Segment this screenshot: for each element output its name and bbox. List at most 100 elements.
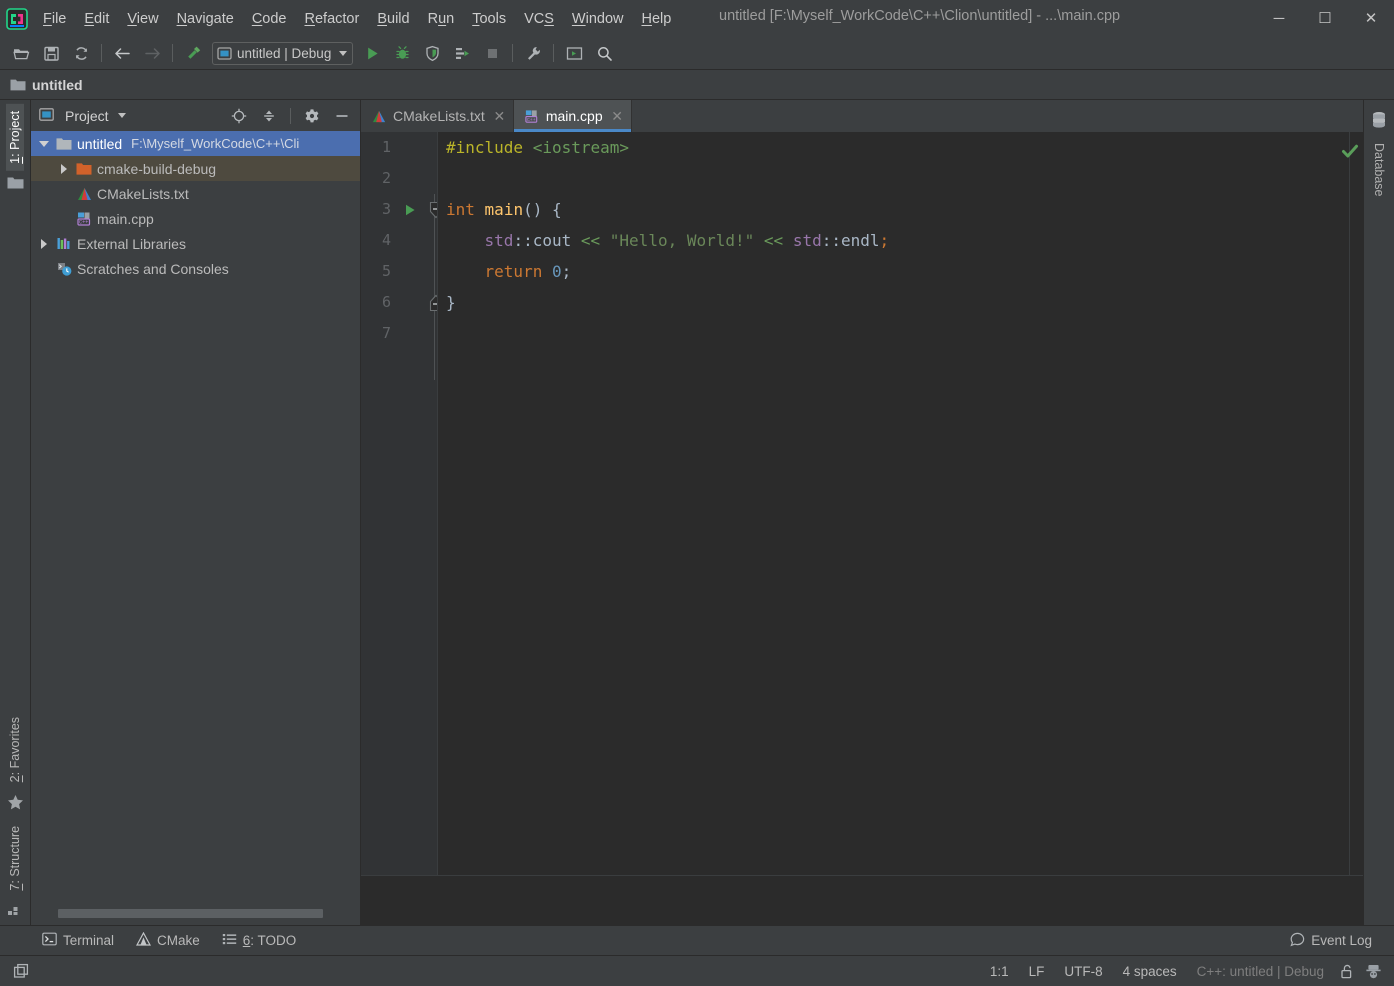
unlocked-icon[interactable] xyxy=(1334,960,1360,982)
open-folder-icon[interactable] xyxy=(6,40,36,66)
rail-tab-favorites[interactable]: 2: Favorites xyxy=(6,710,24,789)
line-separator[interactable]: LF xyxy=(1019,961,1055,982)
menu-navigate[interactable]: Navigate xyxy=(168,7,243,31)
active-configuration[interactable]: C++: untitled | Debug xyxy=(1187,961,1334,982)
search-everywhere-icon[interactable] xyxy=(589,40,619,66)
gear-icon[interactable] xyxy=(300,105,324,127)
debug-icon[interactable] xyxy=(387,40,417,66)
toggle-tool-windows-icon[interactable] xyxy=(8,960,34,982)
select-opened-file-icon[interactable] xyxy=(227,105,251,127)
menu-run[interactable]: Run xyxy=(419,7,464,31)
code-line-1[interactable]: #include <iostream> xyxy=(438,132,1349,163)
code-editor[interactable]: #include <iostream> int main() { std::co… xyxy=(437,132,1349,875)
rail-tab-database[interactable]: Database xyxy=(1370,137,1388,203)
twisty-collapsed-icon[interactable] xyxy=(35,238,53,249)
close-button[interactable]: ✕ xyxy=(1348,0,1394,37)
rail-tab-structure[interactable]: 7: Structure xyxy=(6,819,24,898)
database-icon[interactable] xyxy=(1364,106,1394,137)
menu-help[interactable]: Help xyxy=(632,7,680,31)
cpp-file-icon: C++ xyxy=(73,211,95,227)
tree-row-scratches[interactable]: Scratches and Consoles xyxy=(31,256,360,281)
code-line-7[interactable] xyxy=(438,318,1349,349)
scrollbar-thumb[interactable] xyxy=(58,909,323,918)
menu-build[interactable]: Build xyxy=(368,7,418,31)
svg-text:C++: C++ xyxy=(79,219,88,225)
code-line-4[interactable]: std::cout << "Hello, World!" << std::end… xyxy=(438,225,1349,256)
tool-button-terminal[interactable]: Terminal xyxy=(31,929,125,952)
gutter-run-marker-icon[interactable] xyxy=(397,194,423,225)
editor-inspection-strip[interactable] xyxy=(1342,132,1363,875)
tree-row-untitled[interactable]: untitled F:\Myself_WorkCode\C++\Cli xyxy=(31,131,360,156)
build-hammer-icon[interactable] xyxy=(178,40,208,66)
project-folder-rail-icon[interactable] xyxy=(0,171,31,198)
project-horizontal-scrollbar[interactable] xyxy=(31,903,360,925)
chevron-down-icon[interactable] xyxy=(117,113,126,118)
tree-row-cmake-build-debug[interactable]: cmake-build-debug xyxy=(31,156,360,181)
tool-button-todo[interactable]: 6: TODO xyxy=(211,929,308,952)
caret-position[interactable]: 1:1 xyxy=(980,961,1019,982)
minimize-button[interactable]: ─ xyxy=(1256,0,1302,37)
hide-icon[interactable] xyxy=(330,105,354,127)
menu-window[interactable]: Window xyxy=(563,7,633,31)
inspection-ok-icon[interactable] xyxy=(1340,141,1360,164)
left-tool-rail: 1: Project 2: Favorites 7: Structure xyxy=(0,100,31,925)
sync-refresh-icon[interactable] xyxy=(66,40,96,66)
menu-vcs[interactable]: VCS xyxy=(515,7,563,31)
code-line-3[interactable]: int main() { xyxy=(438,194,1349,225)
run-configuration-selector[interactable]: untitled | Debug xyxy=(212,41,354,65)
tree-row-main-cpp[interactable]: C++ main.cpp xyxy=(31,206,360,231)
hector-inspector-icon[interactable] xyxy=(1360,960,1386,982)
right-tool-rail: Database xyxy=(1363,100,1394,925)
menu-tools[interactable]: Tools xyxy=(463,7,515,31)
navigate-forward-icon[interactable] xyxy=(137,40,167,66)
terminal-icon xyxy=(42,932,57,949)
settings-wrench-icon[interactable] xyxy=(518,40,548,66)
folder-icon xyxy=(10,78,26,92)
tree-label: Scratches and Consoles xyxy=(77,260,229,277)
menu-refactor[interactable]: Refactor xyxy=(296,7,369,31)
editor-viewport: 1 2 3 4 5 6 7 #include <iostream> int ma… xyxy=(361,132,1363,875)
libraries-icon xyxy=(53,236,75,251)
menu-edit[interactable]: Edit xyxy=(75,7,118,31)
menu-file[interactable]: File xyxy=(34,7,75,31)
menu-code[interactable]: Code xyxy=(243,7,296,31)
event-log-icon xyxy=(1290,932,1305,950)
tab-close-icon[interactable]: ✕ xyxy=(611,108,624,125)
twisty-collapsed-icon[interactable] xyxy=(55,163,73,174)
svg-text:C++: C++ xyxy=(527,116,536,122)
run-icon[interactable] xyxy=(357,40,387,66)
project-folder-icon xyxy=(53,137,75,151)
line-number: 2 xyxy=(381,169,391,187)
maximize-icon: ☐ xyxy=(1318,10,1332,27)
profile-icon[interactable] xyxy=(447,40,477,66)
save-all-icon[interactable] xyxy=(36,40,66,66)
stop-icon[interactable] xyxy=(477,40,507,66)
code-line-6[interactable]: } xyxy=(438,287,1349,318)
navigate-back-icon[interactable] xyxy=(107,40,137,66)
menu-bar: File Edit View Navigate Code Refactor Bu… xyxy=(34,0,680,37)
run-config-icon xyxy=(217,46,232,60)
editor-gutter[interactable]: 1 2 3 4 5 6 7 xyxy=(361,132,443,875)
maximize-button[interactable]: ☐ xyxy=(1302,0,1348,37)
collapse-all-icon[interactable] xyxy=(257,105,281,127)
tab-main-cpp[interactable]: C++ main.cpp ✕ xyxy=(513,100,632,132)
structure-icon[interactable] xyxy=(0,898,31,925)
file-encoding[interactable]: UTF-8 xyxy=(1054,961,1112,982)
terminal-window-icon[interactable] xyxy=(559,40,589,66)
star-icon[interactable] xyxy=(0,789,31,819)
indent-setting[interactable]: 4 spaces xyxy=(1113,961,1187,982)
tool-button-cmake[interactable]: CMake xyxy=(125,929,211,952)
code-line-2[interactable] xyxy=(438,163,1349,194)
twisty-expanded-icon[interactable] xyxy=(35,140,53,147)
rail-tab-project[interactable]: 1: Project xyxy=(6,104,24,171)
tree-row-cmakelists[interactable]: CMakeLists.txt xyxy=(31,181,360,206)
menu-view[interactable]: View xyxy=(118,7,167,31)
breadcrumb-untitled[interactable]: untitled xyxy=(32,77,83,93)
run-with-coverage-icon[interactable] xyxy=(417,40,447,66)
tree-row-external-libraries[interactable]: External Libraries xyxy=(31,231,360,256)
code-line-5[interactable]: return 0; xyxy=(438,256,1349,287)
event-log-button[interactable]: Event Log xyxy=(1282,929,1380,953)
tab-close-icon[interactable]: ✕ xyxy=(493,108,506,125)
tab-cmakelists[interactable]: CMakeLists.txt ✕ xyxy=(361,100,514,132)
event-log-label: Event Log xyxy=(1311,933,1372,948)
